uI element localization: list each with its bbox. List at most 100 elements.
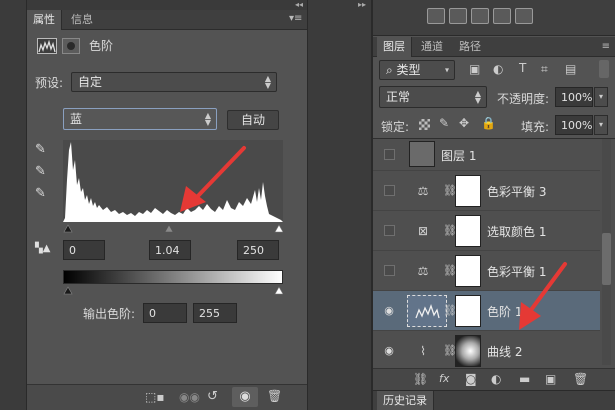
- blend-mode-select[interactable]: 正常 ▲ ▼: [379, 86, 487, 108]
- chain-link-icon[interactable]: ⛓: [443, 183, 457, 199]
- input-gamma-field[interactable]: 1.04: [149, 240, 191, 260]
- black-white-icon[interactable]: [515, 8, 533, 24]
- delete-icon[interactable]: 🗑: [267, 389, 282, 403]
- gradient-icon[interactable]: [449, 8, 467, 24]
- collapse-icon[interactable]: ◂◂: [295, 0, 303, 9]
- visibility-toggle[interactable]: [384, 265, 395, 276]
- smart-object-filter-icon[interactable]: ▤: [565, 62, 576, 76]
- preset-select[interactable]: 自定 ▲ ▼: [71, 72, 277, 92]
- clipping-warning-icon[interactable]: ▚▲: [35, 242, 57, 256]
- photoshop-workspace: ◂◂ 属性 信息 ▾≡ 色阶 预设: 自定 ▲▼ 蓝 ▲▼ 自动 ✎ ✎ ✎: [0, 0, 615, 410]
- eye-icon[interactable]: ◉: [382, 344, 396, 358]
- tab-history[interactable]: 历史记录: [377, 391, 434, 410]
- layer-mask-thumbnail[interactable]: [455, 175, 481, 207]
- adjustment-filter-icon[interactable]: ◐: [493, 62, 503, 76]
- layers-list: 图层 1 ⚖ ⛓ 色彩平衡 3 ⊠ ⛓ 选取颜色 1 ⚖ ⛓ 色彩平衡 1 ◉ …: [373, 138, 615, 371]
- tab-info[interactable]: 信息: [65, 10, 99, 30]
- tab-layers[interactable]: 图层: [377, 37, 412, 57]
- dropdown-arrow-icon: ▾: [444, 65, 449, 75]
- selective-color-icon: ⊠: [417, 224, 429, 238]
- chain-link-icon[interactable]: ⛓: [443, 343, 457, 359]
- input-slider-track[interactable]: [63, 222, 284, 233]
- layers-menu-icon[interactable]: ≡: [602, 41, 610, 52]
- gray-point-eyedropper-icon[interactable]: ✎: [35, 164, 49, 180]
- channel-select[interactable]: 蓝 ▲ ▼: [63, 108, 217, 130]
- preset-value: 自定: [78, 75, 103, 89]
- layer-row[interactable]: ⚖ ⛓ 色彩平衡 3: [373, 171, 600, 211]
- delete-layer-icon[interactable]: 🗑: [573, 372, 588, 386]
- visibility-toggle[interactable]: [384, 225, 395, 236]
- white-point-eyedropper-icon[interactable]: ✎: [35, 186, 49, 202]
- layers-scroll-thumb[interactable]: [602, 233, 611, 285]
- new-group-icon[interactable]: ▬: [519, 372, 530, 386]
- channel-value: 蓝: [70, 112, 83, 126]
- mask-icon[interactable]: [62, 38, 80, 54]
- layer-mask-thumbnail[interactable]: [455, 335, 481, 367]
- eye-icon[interactable]: ◉: [382, 304, 396, 318]
- chain-link-icon[interactable]: ⛓: [443, 223, 457, 239]
- tab-properties[interactable]: 属性: [27, 10, 62, 30]
- input-white-field[interactable]: 250: [237, 240, 279, 260]
- layer-mask-thumbnail[interactable]: [455, 215, 481, 247]
- view-previous-icon[interactable]: ◉◉: [179, 390, 200, 404]
- new-layer-icon[interactable]: ▣: [545, 372, 556, 386]
- color-balance-icon: ⚖: [417, 264, 429, 278]
- annotation-arrow-left: [180, 146, 246, 212]
- search-icon: ⌕: [386, 63, 397, 77]
- visibility-toggle[interactable]: [384, 185, 395, 196]
- pixel-filter-icon[interactable]: ▣: [469, 62, 480, 76]
- brightness-icon[interactable]: [427, 8, 445, 24]
- hue-saturation-icon[interactable]: [493, 8, 511, 24]
- properties-panel: ◂◂ 属性 信息 ▾≡ 色阶 预设: 自定 ▲▼ 蓝 ▲▼ 自动 ✎ ✎ ✎: [26, 0, 308, 410]
- opacity-dropdown-icon[interactable]: ▾: [594, 87, 608, 107]
- opacity-field[interactable]: 100%: [555, 87, 593, 107]
- type-filter-icon[interactable]: T: [519, 61, 526, 75]
- fx-icon[interactable]: fx: [439, 372, 449, 385]
- lock-label: 锁定:: [381, 120, 410, 134]
- history-tab-bar: 历史记录: [373, 390, 615, 410]
- exposure-icon[interactable]: [471, 8, 489, 24]
- layers-panel-column: 图层 通道 路径 ≡ ⌕ 类型 ▾ ▣ ◐ T ⌗ ▤ 正常 ▲ ▼ 不透明度: …: [372, 0, 615, 410]
- kind-filter-select[interactable]: ⌕ 类型 ▾: [379, 60, 455, 80]
- color-balance-icon: ⚖: [417, 184, 429, 198]
- auto-button[interactable]: 自动: [227, 110, 279, 130]
- layers-bottom-bar: ⛓ fx ◙ ◐ ▬ ▣ 🗑: [373, 368, 615, 390]
- annotation-arrow-right: [519, 262, 567, 330]
- gap-collapse-icon[interactable]: ▸▸: [358, 0, 366, 9]
- layer-name: 色彩平衡 3: [487, 185, 547, 199]
- visibility-icon[interactable]: ◉: [232, 387, 258, 407]
- layer-mask-thumbnail[interactable]: [455, 295, 481, 327]
- output-white-field[interactable]: 255: [193, 303, 237, 323]
- output-black-field[interactable]: 0: [143, 303, 187, 323]
- layer-row[interactable]: ⊠ ⛓ 选取颜色 1: [373, 211, 600, 251]
- new-adjustment-icon[interactable]: ◐: [491, 372, 501, 386]
- preset-label: 预设:: [35, 76, 64, 90]
- output-slider-track[interactable]: [63, 284, 284, 295]
- shape-filter-icon[interactable]: ⌗: [541, 62, 548, 77]
- add-mask-icon[interactable]: ◙: [465, 372, 477, 386]
- visibility-toggle[interactable]: [384, 149, 395, 160]
- filter-toggle-icon[interactable]: [599, 60, 609, 78]
- layer-mask-thumbnail[interactable]: [455, 255, 481, 287]
- curves-icon: ⌇: [420, 344, 426, 358]
- panel-gap: [309, 0, 372, 410]
- lock-position-icon[interactable]: ✥: [459, 116, 469, 130]
- lock-transparency-icon[interactable]: [419, 119, 430, 130]
- fill-field[interactable]: 100%: [555, 115, 593, 135]
- lock-all-icon[interactable]: 🔒: [481, 116, 496, 130]
- input-black-field[interactable]: 0: [63, 240, 105, 260]
- chain-link-icon[interactable]: ⛓: [443, 303, 457, 319]
- lock-paint-icon[interactable]: ✎: [439, 116, 449, 130]
- tool-strip: [0, 0, 26, 410]
- chain-link-icon[interactable]: ⛓: [443, 263, 457, 279]
- reset-icon[interactable]: ↺: [207, 389, 218, 404]
- clip-to-layer-icon[interactable]: ⬚▪: [145, 390, 164, 404]
- fill-dropdown-icon[interactable]: ▾: [594, 115, 608, 135]
- black-point-eyedropper-icon[interactable]: ✎: [35, 142, 49, 158]
- layer-row[interactable]: 图层 1: [373, 139, 600, 171]
- tab-channels[interactable]: 通道: [415, 37, 449, 57]
- updown-arrow-icon: ▲ ▼: [474, 89, 481, 105]
- link-layers-icon[interactable]: ⛓: [413, 372, 428, 386]
- tab-paths[interactable]: 路径: [453, 37, 487, 57]
- panel-menu-icon[interactable]: ▾≡: [289, 14, 303, 24]
